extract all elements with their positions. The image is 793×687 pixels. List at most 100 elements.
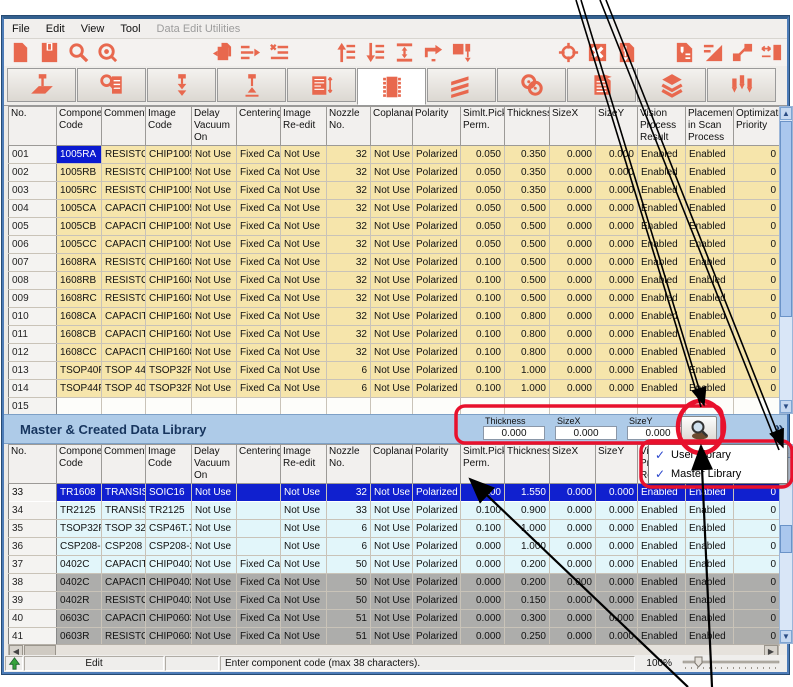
cell[interactable] — [371, 398, 413, 416]
cell[interactable]: 0.000 — [550, 272, 596, 290]
cell[interactable]: Fixed Camera — [237, 290, 281, 308]
table-row[interactable]: 33TR1608TRANSISTORSOIC16Not UseNot Use32… — [9, 484, 780, 502]
cell[interactable]: Enabled — [638, 236, 686, 254]
cell[interactable]: Polarized (r — [413, 484, 461, 502]
cell[interactable]: 1608RC — [57, 290, 102, 308]
part-pin-icon[interactable] — [450, 40, 475, 64]
part-width-icon[interactable] — [759, 40, 784, 64]
cell[interactable]: Enabled — [638, 308, 686, 326]
cell[interactable]: Not Use — [281, 610, 327, 628]
cell[interactable]: Not Use — [371, 556, 413, 574]
cell[interactable]: Polarized (r — [413, 574, 461, 592]
cell[interactable]: Enabled — [686, 380, 734, 398]
cell[interactable]: RESISTOR — [102, 146, 146, 164]
table-row[interactable]: 0101608CACAPACITORCHIP1608CNot UseFixed … — [9, 308, 780, 326]
cell[interactable]: 0.000 — [461, 538, 505, 556]
cell[interactable]: 006 — [9, 236, 57, 254]
cell[interactable]: 0.000 — [596, 362, 638, 380]
search-icon[interactable] — [66, 40, 91, 64]
cell[interactable]: Enabled — [638, 290, 686, 308]
cell[interactable]: TSOP 40P — [102, 380, 146, 398]
cell[interactable]: 0.000 — [596, 182, 638, 200]
cell[interactable]: CAPACITOR — [102, 344, 146, 362]
column-header[interactable]: SizeX — [550, 445, 596, 484]
cell[interactable]: 0.100 — [461, 308, 505, 326]
cell[interactable]: Polarized (r — [413, 236, 461, 254]
cell[interactable]: CAPACITOR — [102, 308, 146, 326]
cell[interactable]: Not Use — [192, 326, 237, 344]
cell[interactable]: Not Use — [192, 592, 237, 610]
cell[interactable]: Polarized (r — [413, 592, 461, 610]
cell[interactable]: CHIP0603R — [146, 628, 192, 646]
cell[interactable] — [237, 484, 281, 502]
cell[interactable]: 39 — [9, 592, 57, 610]
cell[interactable]: Polarized (r — [413, 610, 461, 628]
cell[interactable]: CHIP1608R — [146, 272, 192, 290]
cell[interactable]: Not Use — [281, 218, 327, 236]
cell[interactable]: 0402C — [57, 574, 102, 592]
cell[interactable]: 0.500 — [505, 218, 550, 236]
cell[interactable]: 1.000 — [505, 380, 550, 398]
cell[interactable]: Not Use — [192, 308, 237, 326]
cell[interactable]: Enabled — [638, 200, 686, 218]
cell[interactable]: Not Use — [371, 628, 413, 646]
cell[interactable]: SOIC16 — [146, 484, 192, 502]
zoom-slider[interactable] — [677, 656, 787, 671]
cell[interactable]: 0.000 — [550, 520, 596, 538]
cell[interactable] — [505, 398, 550, 416]
cell[interactable]: Not Use — [192, 628, 237, 646]
cell[interactable]: CHIP0402C — [146, 556, 192, 574]
table-row[interactable]: 370402CCAPACITORCHIP0402CNot UseFixed Ca… — [9, 556, 780, 574]
cell[interactable]: Enabled — [638, 254, 686, 272]
menu-view[interactable]: View — [73, 21, 113, 37]
cell[interactable]: 1005RC — [57, 182, 102, 200]
cell[interactable]: Fixed Camera — [237, 272, 281, 290]
cell[interactable]: Enabled — [638, 538, 686, 556]
cell[interactable]: Not Use — [192, 254, 237, 272]
cell[interactable]: Polarized (r — [413, 344, 461, 362]
cell[interactable]: TSOP40P-T — [57, 362, 102, 380]
column-header[interactable]: Placement in Scan Process — [686, 107, 734, 146]
cell[interactable]: Enabled — [686, 520, 734, 538]
cell[interactable]: Not Use — [192, 146, 237, 164]
cell[interactable]: 36 — [9, 538, 57, 556]
cell[interactable]: 1005RA — [57, 146, 102, 164]
cell[interactable]: Not Use — [371, 326, 413, 344]
cell[interactable]: CSP208-2 — [146, 538, 192, 556]
cell[interactable]: 0.100 — [461, 380, 505, 398]
cell[interactable]: Not Use — [371, 164, 413, 182]
cell[interactable]: RESISTOR — [102, 290, 146, 308]
menu-edit[interactable]: Edit — [38, 21, 73, 37]
library-search-button[interactable] — [681, 416, 717, 444]
cell[interactable]: 0 — [734, 218, 780, 236]
cell[interactable]: CAPACITOR — [102, 236, 146, 254]
cell[interactable]: 0.100 — [461, 502, 505, 520]
cell[interactable]: Not Use — [192, 272, 237, 290]
cell[interactable]: Enabled — [638, 628, 686, 646]
cell[interactable]: Enabled — [686, 362, 734, 380]
cell[interactable]: TSOP 32x0 — [102, 520, 146, 538]
tab-data-size[interactable] — [287, 68, 356, 102]
cell[interactable]: 0 — [734, 308, 780, 326]
cell[interactable]: Not Use — [281, 326, 327, 344]
cell[interactable]: Not Use — [281, 556, 327, 574]
cell[interactable]: Not Use — [281, 538, 327, 556]
copy-part-icon[interactable] — [209, 40, 234, 64]
cell[interactable]: Not Use — [281, 380, 327, 398]
table-row[interactable]: 380402CCAPACITORCHIP0402CNot UseFixed Ca… — [9, 574, 780, 592]
data-check-icon[interactable] — [95, 40, 120, 64]
sizey-input[interactable]: 0.000 — [627, 426, 689, 440]
cell[interactable]: 0.800 — [505, 308, 550, 326]
cell[interactable]: Not Use — [281, 344, 327, 362]
cell[interactable]: 0.000 — [550, 502, 596, 520]
cell[interactable]: Enabled — [686, 182, 734, 200]
cell[interactable]: 6 — [327, 380, 371, 398]
tab-feeder[interactable] — [427, 68, 496, 102]
cell[interactable]: 0.000 — [550, 218, 596, 236]
cell[interactable] — [281, 398, 327, 416]
cell[interactable]: CHIP1005R — [146, 182, 192, 200]
cell[interactable]: RESISTOR — [102, 254, 146, 272]
cell[interactable]: Enabled — [638, 610, 686, 628]
cell[interactable]: Not Use — [192, 164, 237, 182]
cell[interactable]: Polarized (r — [413, 380, 461, 398]
